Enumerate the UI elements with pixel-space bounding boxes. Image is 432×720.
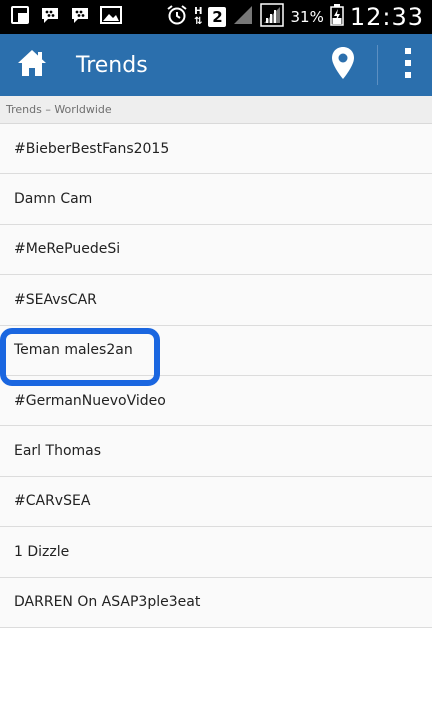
sim-2-icon: 2 <box>208 7 227 27</box>
battery-percent: 31% <box>290 8 324 26</box>
trend-label: #BieberBestFans2015 <box>14 140 170 157</box>
alarm-icon <box>166 4 188 30</box>
trend-list: #BieberBestFans2015 Damn Cam #MeRePuedeS… <box>0 124 432 628</box>
clock: 12:33 <box>349 3 424 31</box>
section-header-label: Trends – Worldwide <box>6 103 112 116</box>
overflow-menu-icon <box>404 47 412 83</box>
trend-label: Teman males2an <box>14 342 133 359</box>
page-title: Trends <box>76 52 148 78</box>
trend-label: #SEAvsCAR <box>14 291 97 308</box>
trend-item[interactable]: Earl Thomas <box>0 426 432 477</box>
section-header: Trends – Worldwide <box>0 96 432 124</box>
signal-icon <box>232 4 254 30</box>
action-bar: Trends <box>0 34 432 96</box>
network-h-icon: H ⇅ <box>194 6 203 27</box>
trend-item[interactable]: #MeRePuedeSi <box>0 224 432 276</box>
home-icon <box>16 48 48 82</box>
trend-item[interactable]: Teman males2an <box>0 325 432 376</box>
screenshot-icon <box>10 5 30 29</box>
overflow-menu-button[interactable] <box>384 34 432 96</box>
trend-label: Damn Cam <box>14 191 93 208</box>
location-pin-icon <box>331 46 355 84</box>
trend-item[interactable]: #GermanNuevoVideo <box>0 375 432 427</box>
signal-icon <box>260 3 285 31</box>
trend-label: #GermanNuevoVideo <box>14 392 166 409</box>
trend-label: 1 Dizzle <box>14 543 70 560</box>
battery-icon <box>330 4 344 30</box>
home-button[interactable] <box>0 34 64 96</box>
trend-item[interactable]: 1 Dizzle <box>0 527 432 578</box>
trend-item[interactable]: #BieberBestFans2015 <box>0 124 432 175</box>
trend-item[interactable]: #SEAvsCAR <box>0 275 432 326</box>
trend-label: DARREN On ASAP3ple3eat <box>14 594 201 611</box>
system-status: H ⇅ 2 31% 12:33 <box>166 3 432 31</box>
action-bar-actions <box>315 34 432 96</box>
trend-label: Earl Thomas <box>14 443 102 460</box>
trend-item[interactable]: #CARvSEA <box>0 476 432 528</box>
gallery-icon <box>100 5 122 29</box>
status-bar: H ⇅ 2 31% 12:33 <box>0 0 432 34</box>
bbm-icon <box>40 5 60 29</box>
action-bar-divider <box>377 45 378 85</box>
notification-icons <box>0 5 122 29</box>
bbm-icon <box>70 5 90 29</box>
trend-label: #MeRePuedeSi <box>14 241 121 258</box>
trend-label: #CARvSEA <box>14 493 91 510</box>
trend-item[interactable]: DARREN On ASAP3ple3eat <box>0 577 432 628</box>
location-button[interactable] <box>315 34 371 96</box>
trend-item[interactable]: Damn Cam <box>0 174 432 225</box>
